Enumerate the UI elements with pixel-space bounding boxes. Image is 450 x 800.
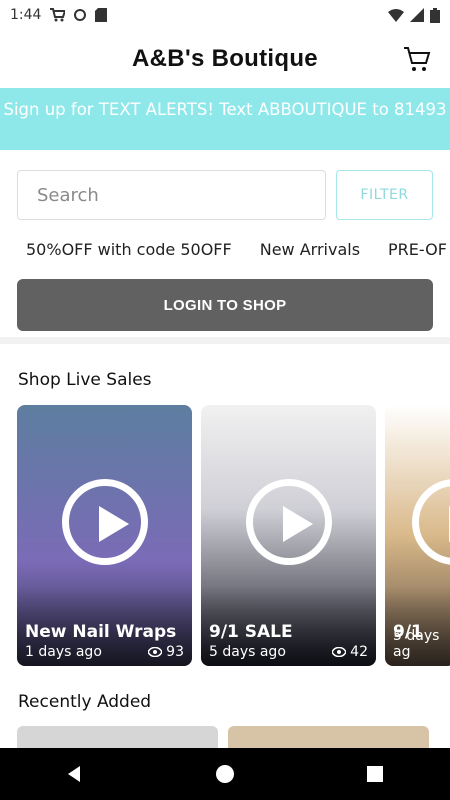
chip-pre-order[interactable]: PRE-OF <box>388 240 447 259</box>
search-input[interactable]: Search <box>17 170 326 220</box>
card-meta: 5 days ag <box>393 628 447 660</box>
card-age: 5 days ag <box>393 628 440 660</box>
app-bar: A&B's Boutique <box>0 30 450 88</box>
live-sales-carousel: New Nail Wraps 1 days ago 93 9/1 SALE 5 … <box>0 390 450 666</box>
cart-notification-icon <box>50 8 66 22</box>
view-count: 93 <box>148 644 184 660</box>
status-time: 1:44 <box>10 7 42 23</box>
text-alerts-banner[interactable]: Sign up for TEXT ALERTS! Text ABBOUTIQUE… <box>0 88 450 150</box>
login-label: LOGIN TO SHOP <box>163 296 287 314</box>
home-icon[interactable] <box>214 763 236 785</box>
card-meta: 5 days ago 42 <box>209 644 368 660</box>
views: 42 <box>350 644 368 660</box>
filter-label: FILTER <box>360 187 409 203</box>
card-meta: 1 days ago 93 <box>25 644 184 660</box>
recent-title: Recently Added <box>18 692 152 712</box>
section-divider <box>0 337 450 344</box>
banner-text: Sign up for TEXT ALERTS! Text ABBOUTIQUE… <box>3 100 447 119</box>
shopping-cart-icon[interactable] <box>402 44 432 74</box>
login-button[interactable]: LOGIN TO SHOP <box>17 279 433 331</box>
card-title: New Nail Wraps <box>25 622 177 642</box>
wifi-icon <box>388 9 404 22</box>
eye-icon <box>148 647 163 657</box>
play-icon[interactable] <box>412 479 450 566</box>
recent-apps-icon[interactable] <box>364 763 386 785</box>
play-icon[interactable] <box>61 479 148 566</box>
filter-button[interactable]: FILTER <box>336 170 433 220</box>
search-row: Search FILTER <box>0 150 450 220</box>
view-count: 42 <box>332 644 368 660</box>
search-placeholder: Search <box>37 184 99 206</box>
chip-new-arrivals[interactable]: New Arrivals <box>260 240 360 259</box>
card-age: 1 days ago <box>25 644 102 660</box>
signal-icon <box>410 8 424 22</box>
sd-card-icon <box>95 8 108 22</box>
back-icon[interactable] <box>64 763 86 785</box>
play-icon[interactable] <box>245 479 332 566</box>
card-title: 9/1 SALE <box>209 622 293 642</box>
views: 93 <box>166 644 184 660</box>
live-sale-card[interactable]: 9/1 SALE 5 days ago 42 <box>201 405 376 666</box>
card-age: 5 days ago <box>209 644 286 660</box>
live-sale-card[interactable]: New Nail Wraps 1 days ago 93 <box>17 405 192 666</box>
battery-icon <box>430 7 440 23</box>
sync-icon <box>74 9 87 21</box>
live-sale-card[interactable]: 9/1 5 days ag <box>385 405 450 666</box>
eye-icon <box>332 647 347 657</box>
app-title: A&B's Boutique <box>132 45 318 72</box>
system-navigation-bar <box>0 748 450 800</box>
category-chips: 50%OFF with code 50OFF New Arrivals PRE-… <box>0 220 450 259</box>
status-bar: 1:44 <box>0 0 450 30</box>
chip-50off[interactable]: 50%OFF with code 50OFF <box>26 240 232 259</box>
live-sales-title: Shop Live Sales <box>18 370 152 390</box>
